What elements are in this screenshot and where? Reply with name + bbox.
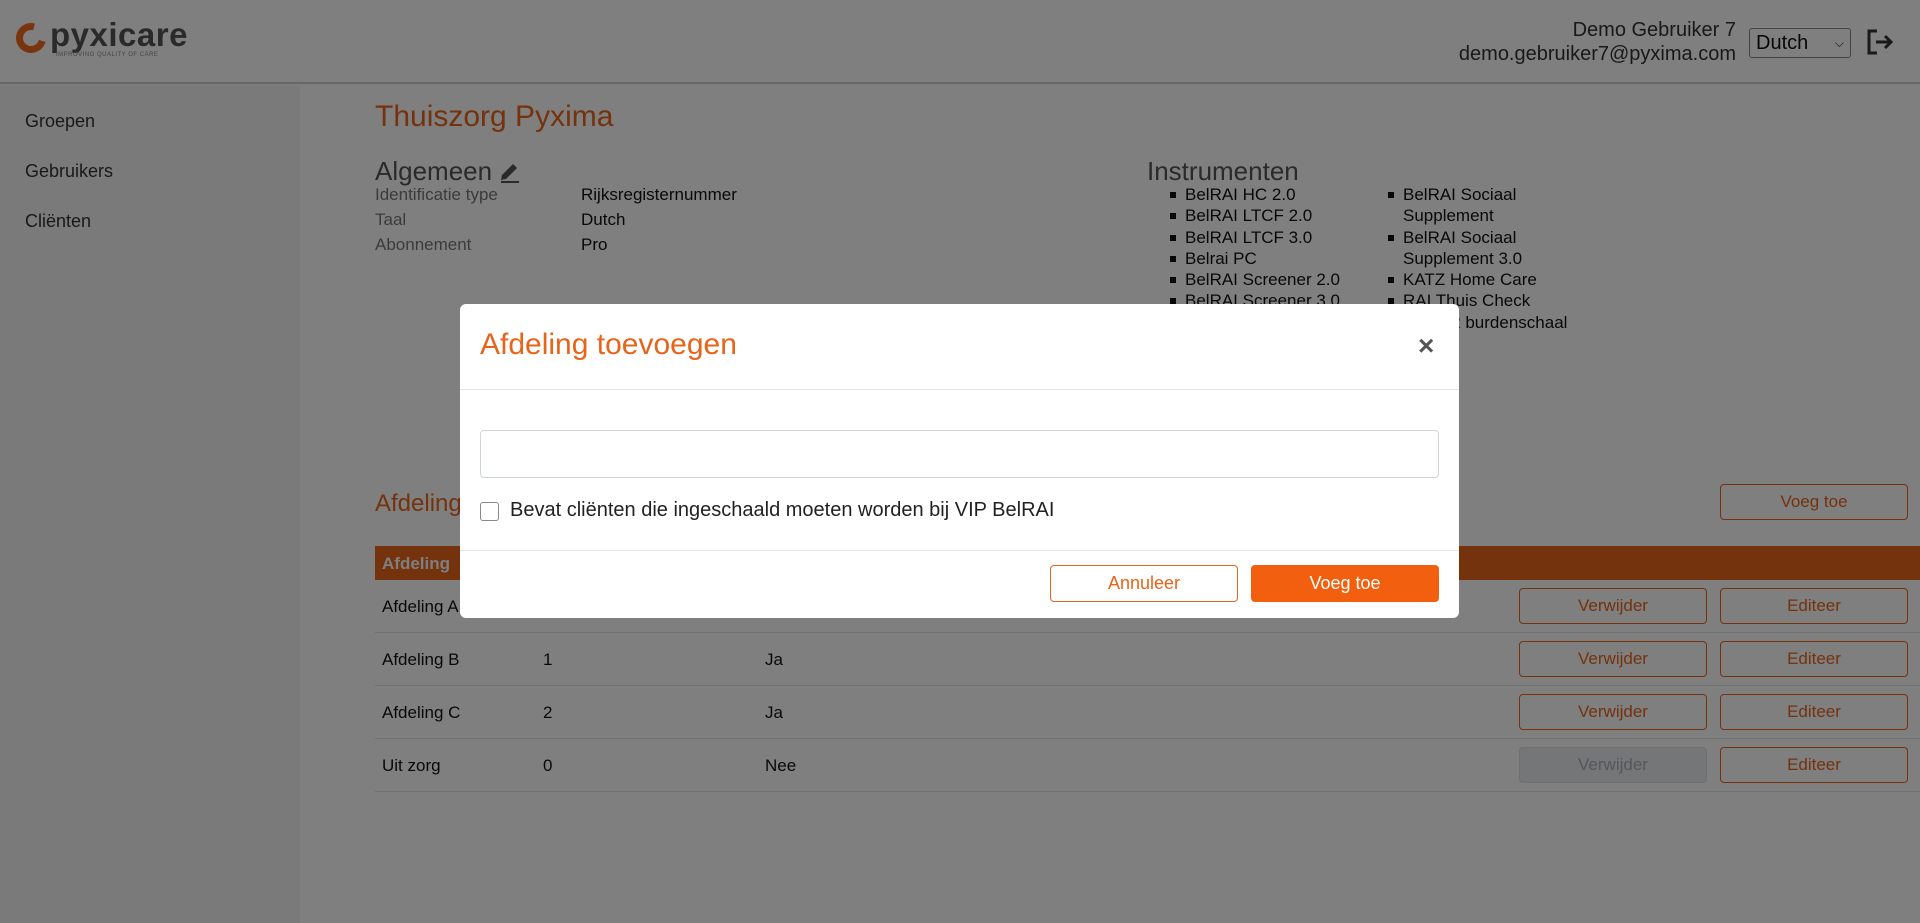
vip-belrai-checkbox-label[interactable]: Bevat cliënten die ingeschaald moeten wo…	[510, 499, 1054, 522]
close-icon[interactable]: ×	[1418, 332, 1434, 360]
submit-button[interactable]: Voeg toe	[1251, 565, 1439, 602]
divider	[460, 550, 1459, 551]
divider	[460, 389, 1459, 390]
department-name-input[interactable]	[480, 430, 1439, 478]
cancel-button[interactable]: Annuleer	[1050, 565, 1238, 602]
add-department-modal: Afdeling toevoegen × Bevat cliënten die …	[460, 304, 1459, 618]
modal-title: Afdeling toevoegen	[480, 328, 737, 361]
vip-belrai-checkbox[interactable]	[480, 502, 499, 521]
